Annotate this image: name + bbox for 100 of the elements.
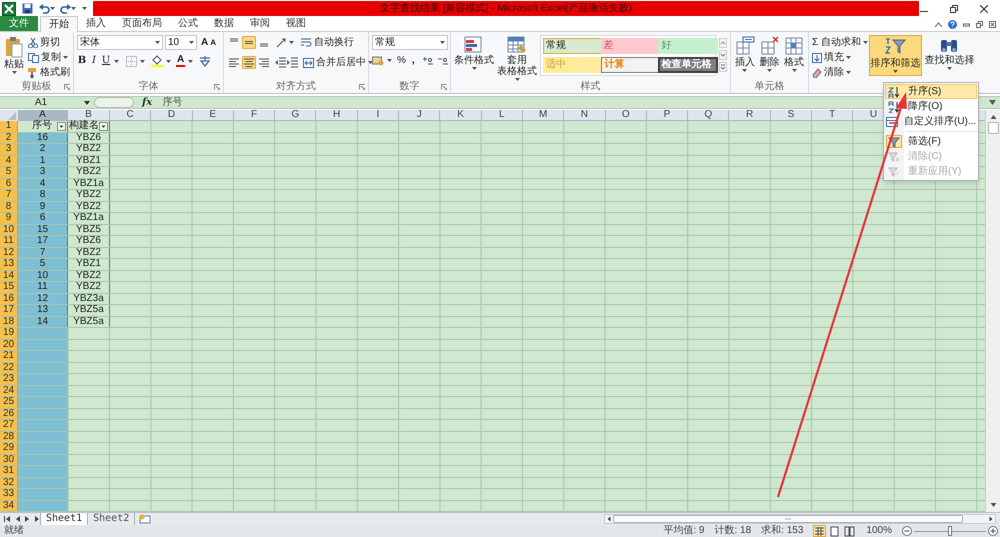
row-header[interactable]: 14 bbox=[0, 270, 18, 281]
column-header[interactable]: K bbox=[440, 110, 482, 120]
caret-icon[interactable] bbox=[166, 60, 171, 62]
ribbon-button[interactable]: 条件格式 bbox=[454, 35, 494, 70]
scroll-thumb-icon[interactable] bbox=[613, 515, 963, 523]
column-header[interactable]: P bbox=[646, 110, 688, 120]
zoom-out-icon[interactable] bbox=[902, 526, 912, 536]
menu-item[interactable]: 筛选(F) bbox=[885, 134, 977, 149]
column-header[interactable]: J bbox=[399, 110, 440, 120]
font-color-button[interactable]: A bbox=[176, 55, 186, 67]
column-header[interactable]: N bbox=[564, 110, 606, 120]
ribbon-button[interactable]: 填充 bbox=[812, 50, 868, 65]
dialog-launcher-icon[interactable] bbox=[359, 84, 365, 90]
ribbon-button[interactable]: 复制 bbox=[28, 50, 70, 65]
ribbon-button[interactable]: 清除 bbox=[812, 65, 868, 80]
selected-cell[interactable] bbox=[18, 500, 68, 511]
selected-cell[interactable] bbox=[18, 386, 68, 396]
column-header[interactable]: F bbox=[234, 110, 276, 120]
selected-cell[interactable] bbox=[18, 351, 68, 362]
column-header[interactable]: E bbox=[192, 110, 234, 120]
decrease-decimal-icon[interactable] bbox=[436, 56, 449, 66]
dialog-launcher-icon[interactable] bbox=[214, 84, 220, 90]
normal-view-icon[interactable] bbox=[813, 525, 826, 537]
close-icon[interactable] bbox=[980, 4, 988, 12]
caret-icon[interactable] bbox=[440, 41, 445, 44]
underline-button[interactable]: U bbox=[101, 56, 111, 66]
comma-button[interactable]: , bbox=[412, 56, 415, 66]
row-header[interactable]: 4 bbox=[0, 156, 18, 166]
row-header[interactable]: 23 bbox=[0, 374, 18, 384]
sheet-tab[interactable]: Sheet1 bbox=[40, 513, 88, 525]
vertical-scrollbar[interactable] bbox=[985, 110, 1000, 512]
ribbon-tab[interactable]: 页面布局 bbox=[114, 16, 170, 31]
caret-icon[interactable] bbox=[71, 7, 76, 10]
column-header[interactable]: I bbox=[358, 110, 400, 120]
selected-cell[interactable] bbox=[18, 466, 68, 476]
column-header[interactable]: C bbox=[110, 110, 152, 120]
caret-icon[interactable] bbox=[188, 60, 194, 62]
ribbon-tab[interactable]: 视图 bbox=[278, 16, 314, 31]
caret-icon[interactable] bbox=[767, 69, 772, 72]
save-icon[interactable] bbox=[22, 3, 33, 14]
collapse-ribbon-icon[interactable] bbox=[935, 22, 942, 26]
font-size-field[interactable]: 10 bbox=[165, 35, 197, 50]
row-header[interactable]: 12 bbox=[0, 248, 18, 258]
selected-cell[interactable] bbox=[18, 374, 68, 384]
scroll-thumb-icon[interactable] bbox=[988, 122, 998, 134]
number-format-field[interactable]: 常规 bbox=[372, 35, 448, 50]
name-box-caret-icon[interactable] bbox=[84, 100, 90, 104]
zoom-in-icon[interactable] bbox=[988, 526, 998, 536]
caret-icon[interactable] bbox=[289, 41, 294, 44]
page-break-view-icon[interactable] bbox=[843, 525, 856, 537]
caret-icon[interactable] bbox=[50, 7, 55, 10]
row-header[interactable]: 1 bbox=[0, 121, 18, 132]
column-header[interactable]: Q bbox=[688, 110, 730, 120]
row-header[interactable]: 8 bbox=[0, 202, 18, 212]
ribbon-button[interactable]: 套用 表格格式 bbox=[497, 35, 537, 81]
menu-item[interactable]: 自定义排序(U)... bbox=[885, 114, 977, 129]
percent-button[interactable]: % bbox=[397, 56, 406, 66]
caret-icon[interactable] bbox=[114, 60, 119, 62]
row-header[interactable]: 31 bbox=[0, 466, 18, 476]
selected-cell[interactable] bbox=[18, 489, 68, 500]
scroll-down-icon[interactable] bbox=[719, 50, 727, 60]
selected-cell[interactable] bbox=[18, 340, 68, 350]
caret-icon[interactable] bbox=[63, 56, 68, 59]
row-header[interactable]: 10 bbox=[0, 224, 18, 235]
slider-thumb[interactable] bbox=[948, 526, 952, 536]
row-header[interactable]: 27 bbox=[0, 420, 18, 430]
restore-icon[interactable] bbox=[976, 20, 983, 28]
dialog-launcher-icon[interactable] bbox=[64, 84, 70, 90]
vertical-align-icon[interactable] bbox=[242, 36, 256, 49]
caret-icon[interactable] bbox=[846, 71, 851, 74]
row-header[interactable]: 24 bbox=[0, 386, 18, 396]
caret-icon[interactable] bbox=[472, 67, 476, 70]
caret-icon[interactable] bbox=[140, 60, 145, 62]
phonetic-icon[interactable] bbox=[199, 56, 212, 66]
selected-cell[interactable] bbox=[18, 432, 68, 442]
cell-style[interactable]: 常规 bbox=[543, 38, 603, 54]
borders-icon[interactable] bbox=[126, 56, 137, 66]
caret-icon[interactable] bbox=[387, 59, 392, 62]
horizontal-align-icon[interactable] bbox=[242, 56, 256, 69]
row-header[interactable]: 34 bbox=[0, 500, 18, 511]
row-header[interactable]: 7 bbox=[0, 190, 18, 200]
cell-style[interactable]: 检查单元格 bbox=[658, 57, 718, 73]
column-header[interactable]: H bbox=[316, 110, 358, 120]
ribbon-button[interactable]: 插入 bbox=[734, 35, 756, 72]
ribbon-button[interactable]: 剪切 bbox=[28, 35, 70, 50]
filter-dropdown-icon[interactable] bbox=[99, 122, 108, 131]
row-header[interactable]: 3 bbox=[0, 144, 18, 154]
column-header[interactable]: L bbox=[482, 110, 523, 120]
column-header[interactable]: R bbox=[729, 110, 771, 120]
first-sheet-icon[interactable] bbox=[4, 516, 10, 522]
menu-item[interactable]: 升序(S) bbox=[885, 84, 977, 99]
row-header[interactable]: 16 bbox=[0, 294, 18, 304]
decrease-indent-icon[interactable] bbox=[275, 57, 286, 68]
ribbon-button[interactable]: 合并后居中 bbox=[303, 55, 373, 70]
row-header[interactable]: 13 bbox=[0, 259, 18, 270]
selected-cell[interactable] bbox=[18, 478, 68, 488]
row-header[interactable]: 2 bbox=[0, 132, 18, 143]
scroll-left-icon[interactable] bbox=[605, 515, 613, 523]
selected-cell[interactable] bbox=[18, 328, 68, 338]
column-header[interactable]: D bbox=[151, 110, 193, 120]
